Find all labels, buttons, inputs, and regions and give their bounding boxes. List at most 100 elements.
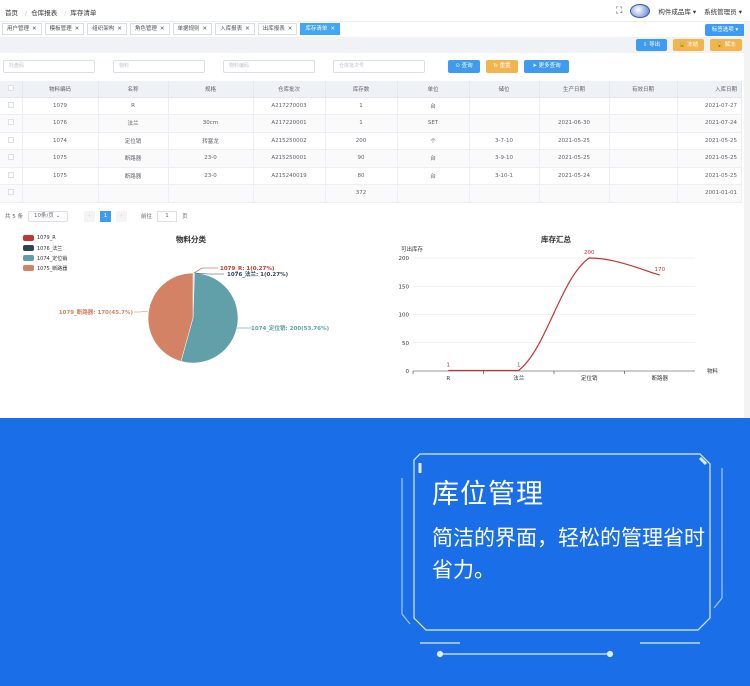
- company-dropdown[interactable]: 构件成品库 ▾: [658, 6, 696, 16]
- table-row[interactable]: 1079 R A217270003 1 台 2021-07-27: [0, 97, 742, 115]
- y-tick-label: 200: [399, 256, 410, 262]
- close-icon[interactable]: ✕: [203, 26, 208, 32]
- cell: [609, 114, 678, 133]
- column-header[interactable]: 规格: [168, 81, 254, 98]
- legend-swatch: [23, 265, 34, 271]
- tab-rule[interactable]: 单据规则 ✕: [172, 23, 213, 35]
- goto-page-input[interactable]: 1: [157, 210, 178, 222]
- table-row[interactable]: 1076 法兰 30cm A217220001 1 SET 2021-06-30 2021-0…: [0, 114, 742, 133]
- user-dropdown[interactable]: 系统管理员 ▾: [704, 6, 742, 16]
- prev-page-button[interactable]: ‹: [84, 210, 95, 222]
- breadcrumb-reports[interactable]: 仓库报表: [31, 9, 57, 17]
- cell: A215240019: [253, 167, 326, 185]
- cell: 3-10-1: [469, 167, 540, 185]
- tab-inbound[interactable]: 入库报表 ✕: [215, 23, 255, 35]
- close-icon[interactable]: ✕: [330, 26, 335, 32]
- feature-title: 库位管理: [432, 479, 544, 510]
- next-page-button[interactable]: ›: [116, 210, 127, 222]
- column-header[interactable]: 物料编码: [22, 81, 99, 98]
- legend-swatch: [23, 245, 34, 251]
- close-icon[interactable]: ✕: [245, 26, 250, 32]
- row-checkbox[interactable]: [7, 136, 14, 143]
- reset-button[interactable]: ↻ 重置: [486, 60, 518, 73]
- table-row[interactable]: 1075 断路器 23-0 A215240019 80 台 3-10-1 2021-05-24…: [0, 167, 742, 185]
- tab-user[interactable]: 用户管理 ✕: [2, 23, 42, 35]
- column-header[interactable]: 单位: [397, 81, 470, 98]
- cell: 3-9-10: [469, 149, 540, 168]
- cell: 2021-05-25: [677, 149, 742, 168]
- close-icon[interactable]: ✕: [288, 26, 293, 32]
- cell: 2021-07-27: [677, 97, 742, 115]
- cell: SET: [397, 114, 470, 133]
- column-header[interactable]: 生产日期: [539, 81, 610, 98]
- fullscreen-icon[interactable]: ⛶: [616, 6, 622, 16]
- select-all-checkbox[interactable]: [7, 84, 14, 91]
- column-header[interactable]: 库存数: [325, 81, 398, 98]
- material-input[interactable]: 物料: [113, 60, 205, 73]
- table-row[interactable]: 1074 定位销 转塞龙 A215250002 200 个 3-7-10 2021-05-25…: [0, 132, 742, 150]
- export-button[interactable]: ⇩ 导出: [636, 39, 667, 51]
- tab-outbound[interactable]: 出库报表 ✕: [257, 23, 298, 35]
- breadcrumb-home[interactable]: 首页: [5, 9, 18, 17]
- page-size-select[interactable]: 10条/页 ⌄: [28, 210, 68, 222]
- cell: [22, 184, 99, 203]
- data-label: 1: [447, 362, 451, 368]
- x-tick-label: R: [446, 376, 450, 382]
- inventory-table: 物料编码 名称 规格 仓库批次 库存数 单位 储位 生产日期 有效日期 入库日期…: [0, 81, 742, 203]
- close-icon[interactable]: ✕: [160, 26, 165, 32]
- cell: [469, 97, 540, 115]
- tab-org[interactable]: 组织架构 ✕: [87, 23, 127, 35]
- vertical-scrollbar[interactable]: [744, 22, 750, 418]
- cell: [609, 132, 678, 150]
- tab-options-button[interactable]: 标签选项 ▾: [705, 24, 745, 36]
- pie-chart: 1079_R: 1(0.27%)1076_法兰: 1(0.27%)1074_定位…: [59, 266, 330, 364]
- column-header[interactable]: 入库日期: [677, 81, 742, 98]
- pallet-code-input[interactable]: 托盘码: [3, 60, 95, 73]
- freeze-button[interactable]: 🔒 冻结: [673, 39, 704, 51]
- tab-inventory[interactable]: 库存清单 ✕: [300, 23, 340, 35]
- row-checkbox[interactable]: [7, 119, 14, 126]
- table-row[interactable]: 1075 断路器 23-0 A215250001 90 台 3-9-10 2021-05-25…: [0, 149, 742, 168]
- batch-number-input[interactable]: 仓库批次号: [333, 60, 425, 73]
- cell: A217270003: [253, 97, 326, 115]
- y-tick-label: 50: [402, 341, 409, 347]
- row-checkbox[interactable]: [7, 189, 14, 196]
- leader-line: [134, 310, 149, 313]
- cell: [539, 97, 610, 115]
- close-icon[interactable]: ✕: [32, 26, 37, 32]
- search-button[interactable]: ⊙ 查询: [448, 60, 480, 73]
- cell: A215250001: [253, 149, 326, 168]
- company-logo: [630, 4, 651, 18]
- unfreeze-button[interactable]: 🔓 解冻: [710, 39, 742, 51]
- total-count: 共 5 条: [5, 214, 23, 220]
- row-checkbox[interactable]: [7, 101, 14, 108]
- cell: 1: [325, 97, 398, 115]
- y-axis-label: 可出库存: [401, 245, 424, 253]
- x-tick-label: 定位销: [581, 374, 598, 382]
- column-header[interactable]: 有效日期: [609, 81, 678, 98]
- cell: [609, 149, 678, 168]
- tab-role[interactable]: 角色管理 ✕: [129, 23, 170, 35]
- table-row[interactable]: 372 2001-01-01: [0, 184, 742, 203]
- column-header[interactable]: 名称: [98, 81, 169, 98]
- close-icon[interactable]: ✕: [75, 26, 80, 32]
- cell: 1075: [22, 149, 99, 168]
- tab-template[interactable]: 模板管理 ✕: [44, 23, 85, 35]
- row-checkbox[interactable]: [7, 171, 14, 178]
- cell: 2001-01-01: [677, 184, 742, 203]
- cell: [253, 184, 326, 203]
- top-bar: 首页 / 仓库报表 / 库存清单 ⛶ 构件成品库 ▾ 系统管理员 ▾: [0, 0, 750, 22]
- cell: 80: [325, 167, 398, 185]
- page-1-button[interactable]: 1: [100, 210, 111, 222]
- cell: 2021-05-24: [539, 167, 610, 185]
- material-code-input[interactable]: 物料编码: [223, 60, 315, 73]
- close-icon[interactable]: ✕: [117, 26, 122, 32]
- cell: A215250002: [253, 132, 326, 150]
- more-search-button[interactable]: ➤ 更多查询: [524, 60, 569, 73]
- row-checkbox[interactable]: [7, 154, 14, 161]
- cell: 372: [325, 184, 398, 203]
- column-header[interactable]: 储位: [469, 81, 540, 98]
- column-header[interactable]: 仓库批次: [253, 81, 326, 98]
- cell: 2021-05-25: [539, 149, 610, 168]
- cell: 台: [397, 97, 470, 115]
